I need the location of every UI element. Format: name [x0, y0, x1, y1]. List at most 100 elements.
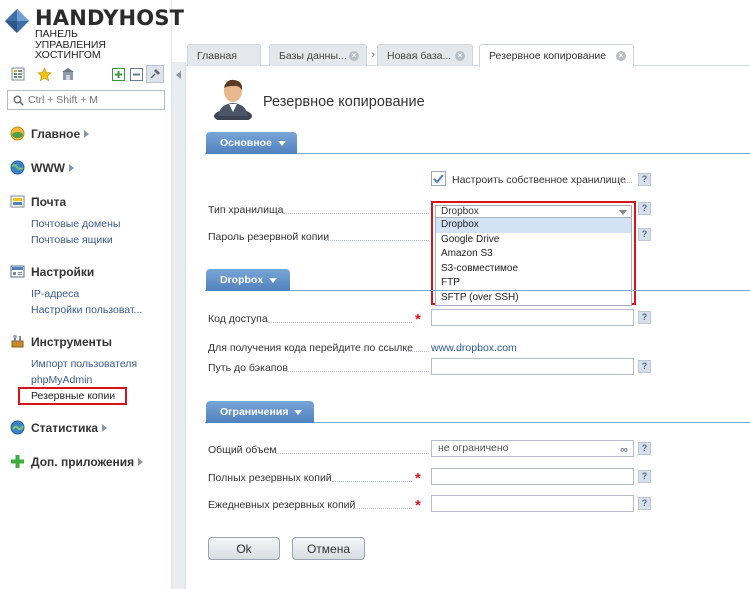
help-icon[interactable]: ? [638, 497, 651, 510]
dropdown-arrow-icon [619, 210, 627, 215]
option-s3-compatible[interactable]: S3-совместимое [436, 262, 631, 277]
search-input[interactable] [28, 94, 158, 106]
nav-mail-domains[interactable]: Почтовые домены [31, 218, 120, 230]
chevron-right-icon [84, 129, 90, 138]
dotted-leader [325, 240, 429, 241]
own-storage-checkbox[interactable] [431, 171, 446, 186]
nav-user-settings[interactable]: Настройки пользоват... [31, 304, 142, 316]
logo-brand: HANDYHOST [35, 6, 185, 30]
full-copies-label: Полных резервных копий [208, 472, 332, 484]
dotted-leader [406, 351, 429, 352]
close-icon[interactable]: × [616, 51, 626, 61]
storage-options-list: Dropbox Google Drive Amazon S3 S3-совмес… [435, 218, 632, 306]
nav-backups[interactable]: Резервные копии [18, 387, 128, 405]
required-marker: * [415, 470, 421, 487]
search-box[interactable] [7, 90, 165, 110]
logo: HANDYHOST ПАНЕЛЬ УПРАВЛЕНИЯ ХОСТИНГОМ [4, 6, 184, 62]
help-icon[interactable]: ? [638, 360, 651, 373]
help-icon[interactable]: ? [638, 173, 651, 186]
star-icon[interactable] [36, 66, 52, 82]
stats-globe-icon [10, 420, 25, 435]
chevron-right-icon [68, 163, 74, 172]
nav-stats[interactable]: Статистика [10, 420, 108, 435]
help-icon[interactable]: ? [638, 202, 651, 215]
backup-path-label: Путь до бэкапов [208, 362, 288, 374]
user-avatar-icon [214, 79, 252, 120]
tab-main[interactable]: Главная [187, 44, 261, 66]
total-volume-label: Общий объем [208, 444, 277, 456]
storage-type-select[interactable]: Dropbox [435, 205, 632, 218]
collapse-arrow-icon [176, 71, 181, 79]
close-icon[interactable]: × [349, 51, 359, 61]
collapse-all-icon[interactable] [128, 66, 144, 82]
globe-icon [10, 126, 25, 141]
option-google-drive[interactable]: Google Drive [436, 233, 631, 248]
tab-backup[interactable]: Резервное копирование × [479, 44, 634, 67]
backup-path-input[interactable] [431, 358, 634, 375]
option-dropbox[interactable]: Dropbox [436, 218, 631, 233]
required-marker: * [415, 497, 421, 514]
nav-phpmyadmin[interactable]: phpMyAdmin [31, 374, 92, 386]
caret-down-icon [277, 140, 286, 146]
logo-diamond-icon [5, 9, 29, 33]
home-icon[interactable] [60, 66, 76, 82]
list-view-icon[interactable] [10, 66, 26, 82]
required-marker: * [415, 311, 421, 328]
total-volume-input[interactable]: не ограничено ∞ [431, 440, 634, 457]
daily-copies-label: Ежедневных резервных копий [208, 499, 356, 511]
section-basic-tab[interactable]: Основное [206, 132, 297, 154]
nav-apps[interactable]: Доп. приложения [10, 454, 144, 469]
infinity-icon: ∞ [620, 444, 628, 456]
nav-import-user[interactable]: Импорт пользователя [31, 358, 137, 370]
nav-tools[interactable]: Инструменты [10, 334, 112, 349]
backup-password-label: Пароль резервной копии [208, 231, 330, 243]
dotted-leader [353, 508, 412, 509]
sidebar-toolbar [8, 65, 166, 84]
nav-main[interactable]: Главное [10, 126, 90, 141]
caret-down-icon [269, 277, 278, 283]
pin-icon[interactable] [146, 65, 164, 83]
get-code-label: Для получения кода перейдите по ссылке [208, 342, 413, 354]
nav-ip-addresses[interactable]: IP-адреса [31, 288, 79, 300]
dotted-leader [276, 453, 429, 454]
dotted-leader [283, 213, 429, 214]
tab-new-database[interactable]: Новая база... × [377, 44, 473, 66]
nav-mail[interactable]: Почта [10, 194, 66, 209]
option-ftp[interactable]: FTP [436, 276, 631, 291]
logo-subtitle: ПАНЕЛЬ УПРАВЛЕНИЯ ХОСТИНГОМ [35, 28, 107, 61]
caret-down-icon [294, 409, 303, 415]
daily-copies-input[interactable] [431, 495, 634, 512]
dotted-leader [268, 322, 412, 323]
nav-settings[interactable]: Настройки [10, 264, 94, 279]
close-icon[interactable]: × [455, 51, 465, 61]
help-icon[interactable]: ? [638, 228, 651, 241]
tab-databases[interactable]: Базы данны... × › [269, 44, 375, 66]
cancel-button[interactable]: Отмена [292, 537, 365, 560]
section-limits-tab[interactable]: Ограничения [206, 401, 314, 423]
option-sftp[interactable]: SFTP (over SSH) [436, 291, 631, 306]
chevron-right-icon [102, 423, 108, 432]
full-copies-input[interactable] [431, 468, 634, 485]
nav-www[interactable]: WWW [10, 160, 74, 175]
help-icon[interactable]: ? [638, 470, 651, 483]
tools-icon [11, 334, 24, 348]
ok-button[interactable]: Ok [208, 537, 280, 560]
expand-all-icon[interactable] [110, 66, 126, 82]
help-icon[interactable]: ? [638, 311, 651, 324]
dotted-leader [332, 481, 412, 482]
help-icon[interactable]: ? [638, 442, 651, 455]
section-dropbox-tab[interactable]: Dropbox [206, 269, 290, 291]
dotted-leader [287, 371, 429, 372]
option-amazon-s3[interactable]: Amazon S3 [436, 247, 631, 262]
tab-bar: Главная Базы данны... × › Новая база... … [186, 40, 750, 67]
access-code-input[interactable] [431, 309, 634, 326]
storage-type-label: Тип хранилища [208, 204, 284, 216]
chevron-right-icon [138, 457, 144, 466]
nav-mailboxes[interactable]: Почтовые ящики [31, 234, 113, 246]
breadcrumb-separator-icon: › [371, 49, 375, 61]
sidebar-collapse-strip[interactable] [172, 62, 186, 589]
page-title: Резервное копирование [263, 94, 425, 110]
sidebar: HANDYHOST ПАНЕЛЬ УПРАВЛЕНИЯ ХОСТИНГОМ Ct… [0, 0, 184, 589]
www-globe-icon [10, 160, 25, 175]
dropbox-link[interactable]: www.dropbox.com [431, 342, 517, 354]
